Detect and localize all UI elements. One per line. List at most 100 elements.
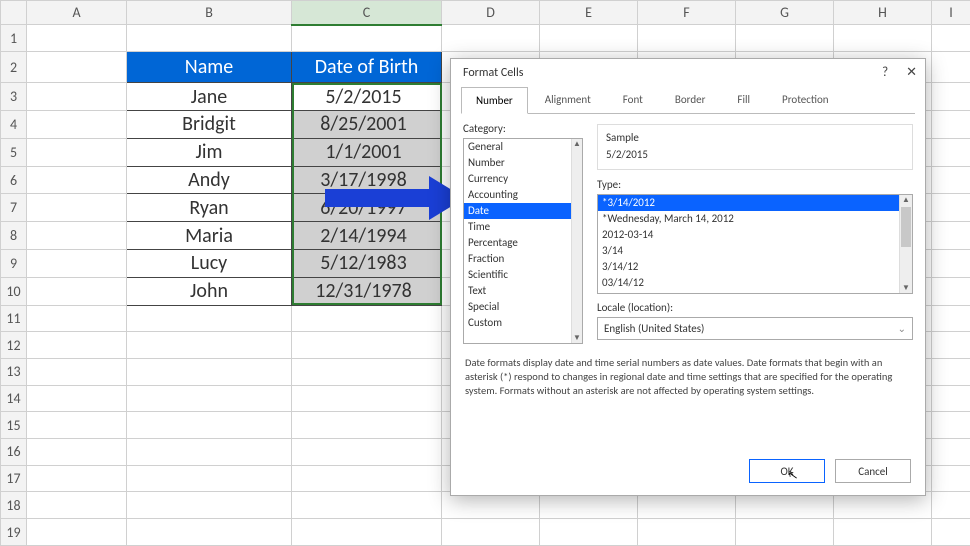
tab-alignment[interactable]: Alignment [530,86,606,113]
cell-A18[interactable] [27,492,127,519]
type-listbox[interactable]: *3/14/2012*Wednesday, March 14, 20122012… [597,194,913,294]
scroll-up-icon[interactable]: ▲ [572,139,582,149]
row-header-7[interactable]: 7 [1,194,27,222]
row-header-19[interactable]: 19 [1,519,27,546]
cell-I12[interactable] [932,332,970,359]
scroll-down-icon[interactable]: ▼ [572,333,582,343]
cell-I7[interactable] [932,194,970,222]
cell-I13[interactable] [932,359,970,386]
cell-B14[interactable] [127,385,292,412]
cell-H19[interactable] [834,519,932,546]
category-item-custom[interactable]: Custom [464,315,582,331]
cell-I10[interactable] [932,277,970,305]
row-header-4[interactable]: 4 [1,111,27,139]
row-header-17[interactable]: 17 [1,465,27,492]
cell-A10[interactable] [27,277,127,305]
cell-B16[interactable] [127,439,292,466]
cell-C5[interactable]: 1/1/2001 [292,138,442,166]
column-header-D[interactable]: D [442,1,540,25]
category-item-date[interactable]: Date [464,203,582,219]
cell-B12[interactable] [127,332,292,359]
category-item-number[interactable]: Number [464,155,582,171]
cell-C10[interactable]: 12/31/1978 [292,277,442,305]
cell-D1[interactable] [442,25,540,52]
column-header-F[interactable]: F [638,1,736,25]
row-header-11[interactable]: 11 [1,305,27,332]
category-item-time[interactable]: Time [464,219,582,235]
cell-A13[interactable] [27,359,127,386]
locale-select[interactable]: English (United States) ⌄ [597,317,913,340]
row-header-1[interactable]: 1 [1,25,27,52]
column-header-I[interactable]: I [932,1,970,25]
cell-C13[interactable] [292,359,442,386]
cancel-button[interactable]: Cancel [835,459,911,483]
row-header-13[interactable]: 13 [1,359,27,386]
cell-A12[interactable] [27,332,127,359]
tab-protection[interactable]: Protection [767,86,844,113]
cell-C1[interactable] [292,25,442,52]
cell-C9[interactable]: 5/12/1983 [292,250,442,278]
row-header-12[interactable]: 12 [1,332,27,359]
cell-C7[interactable]: 6/20/1997 [292,194,442,222]
row-header-3[interactable]: 3 [1,83,27,111]
row-header-15[interactable]: 15 [1,412,27,439]
cell-A8[interactable] [27,222,127,250]
tab-number[interactable]: Number [461,87,528,114]
row-header-5[interactable]: 5 [1,138,27,166]
category-item-fraction[interactable]: Fraction [464,251,582,267]
category-item-general[interactable]: General [464,139,582,155]
tab-font[interactable]: Font [608,86,658,113]
cell-C6[interactable]: 3/17/1998 [292,166,442,194]
row-header-10[interactable]: 10 [1,277,27,305]
scrollbar[interactable]: ▲ ▼ [571,139,582,343]
cell-C15[interactable] [292,412,442,439]
cell-C4[interactable]: 8/25/2001 [292,111,442,139]
cell-C2[interactable]: Date of Birth [292,52,442,83]
cell-I17[interactable] [932,465,970,492]
close-icon[interactable]: ✕ [906,65,917,80]
category-item-special[interactable]: Special [464,299,582,315]
cell-B17[interactable] [127,465,292,492]
cell-E1[interactable] [540,25,638,52]
cell-C3[interactable]: 5/2/2015 [292,83,442,111]
type-item[interactable]: 03/14/12 [598,275,912,291]
cell-E19[interactable] [540,519,638,546]
row-header-2[interactable]: 2 [1,52,27,83]
cell-B9[interactable]: Lucy [127,250,292,278]
column-header-C[interactable]: C [292,1,442,25]
category-item-currency[interactable]: Currency [464,171,582,187]
cell-B15[interactable] [127,412,292,439]
cell-I16[interactable] [932,439,970,466]
cell-H1[interactable] [834,25,932,52]
category-listbox[interactable]: GeneralNumberCurrencyAccountingDateTimeP… [463,138,583,344]
cell-B2[interactable]: Name [127,52,292,83]
cell-A17[interactable] [27,465,127,492]
category-item-scientific[interactable]: Scientific [464,267,582,283]
row-header-6[interactable]: 6 [1,166,27,194]
column-header-A[interactable]: A [27,1,127,25]
type-item[interactable]: 3/14 [598,243,912,259]
ok-button[interactable]: OK ↖ [749,459,825,483]
cell-B4[interactable]: Bridgit [127,111,292,139]
cell-B3[interactable]: Jane [127,83,292,111]
category-item-text[interactable]: Text [464,283,582,299]
cell-I8[interactable] [932,222,970,250]
cell-F1[interactable] [638,25,736,52]
cell-C11[interactable] [292,305,442,332]
cell-I6[interactable] [932,166,970,194]
scroll-down-icon[interactable]: ▼ [900,283,912,293]
cell-I15[interactable] [932,412,970,439]
type-item[interactable]: 3/14/12 [598,259,912,275]
cell-I14[interactable] [932,385,970,412]
cell-C16[interactable] [292,439,442,466]
cell-A7[interactable] [27,194,127,222]
cell-A9[interactable] [27,250,127,278]
cell-A4[interactable] [27,111,127,139]
column-header-E[interactable]: E [540,1,638,25]
cell-C18[interactable] [292,492,442,519]
cell-C8[interactable]: 2/14/1994 [292,222,442,250]
scrollbar[interactable]: ▲ ▼ [899,195,912,293]
cell-B5[interactable]: Jim [127,138,292,166]
cell-A16[interactable] [27,439,127,466]
category-item-percentage[interactable]: Percentage [464,235,582,251]
